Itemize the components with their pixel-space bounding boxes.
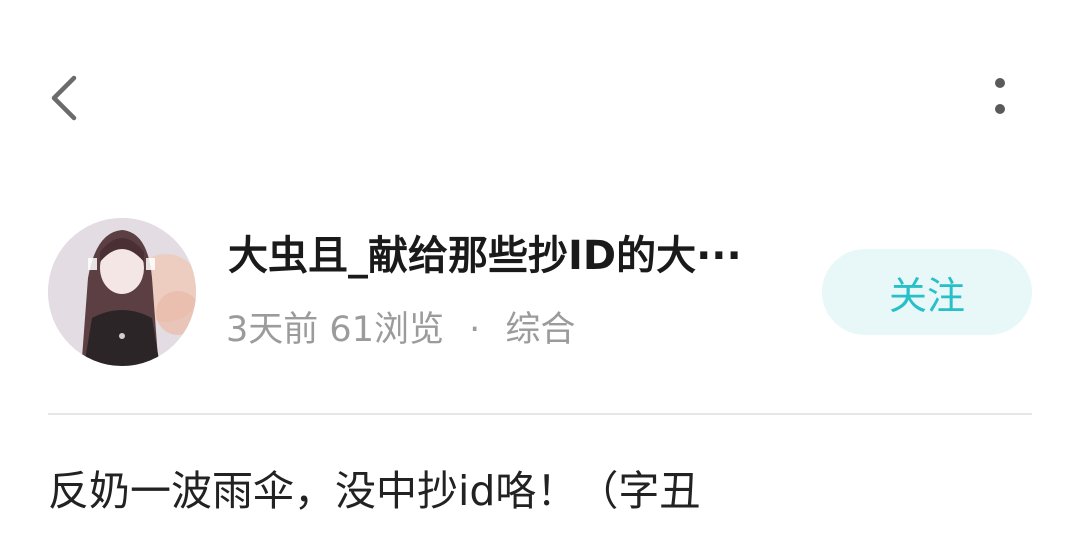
chevron-left-icon	[51, 75, 77, 121]
follow-button[interactable]: 关注	[822, 249, 1032, 335]
post-meta: 3天前 61浏览 · 综合	[226, 306, 575, 354]
post-detail-screen: 大虫且_献给那些抄ID的大··· 3天前 61浏览 · 综合 关注 反奶一波雨伞…	[0, 0, 1080, 535]
avatar[interactable]	[48, 218, 196, 366]
post-time: 3天前	[226, 310, 319, 350]
more-vertical-icon	[995, 78, 1005, 114]
post-body: 反奶一波雨伞，没中抄id咯！（字丑	[48, 467, 701, 515]
divider	[48, 413, 1032, 415]
more-options-button[interactable]	[970, 64, 1030, 128]
meta-separator: ·	[469, 310, 481, 350]
post-author-title[interactable]: 大虫且_献给那些抄ID的大···	[228, 228, 788, 284]
post-views: 61浏览	[329, 310, 444, 350]
post-category[interactable]: 综合	[505, 310, 575, 350]
avatar-image	[48, 218, 196, 366]
back-button[interactable]	[36, 60, 96, 136]
